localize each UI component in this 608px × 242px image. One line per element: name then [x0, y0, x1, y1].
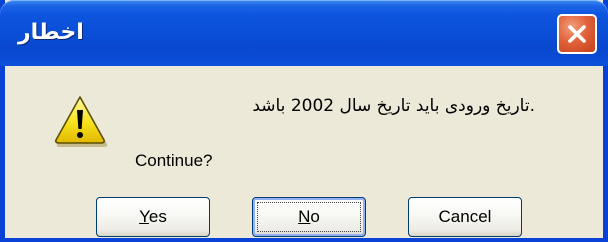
dialog-message: .تاریخ ورودی باید تاریخ سال 2002 باشد [252, 96, 535, 116]
yes-button[interactable]: Yes [96, 197, 210, 237]
warning-icon [55, 96, 108, 147]
no-accelerator: N [298, 207, 311, 226]
close-button[interactable] [557, 14, 597, 54]
no-button[interactable]: No [252, 197, 366, 237]
no-label-rest: o [310, 207, 320, 226]
close-icon [568, 25, 586, 43]
dialog-prompt: Continue? [135, 151, 213, 170]
dialog-body: .تاریخ ورودی باید تاریخ سال 2002 باشد Co… [5, 66, 603, 238]
window-title: اخطار [18, 20, 84, 45]
cancel-button[interactable]: Cancel [408, 197, 522, 237]
yes-accelerator: Y [139, 207, 149, 226]
cancel-label: Cancel [438, 207, 492, 226]
dialog-window: اخطار .تاریخ ورودی باید تاریخ سال 2002 ب… [0, 0, 608, 242]
yes-label-rest: es [148, 207, 167, 226]
title-bar[interactable]: اخطار [0, 0, 608, 66]
